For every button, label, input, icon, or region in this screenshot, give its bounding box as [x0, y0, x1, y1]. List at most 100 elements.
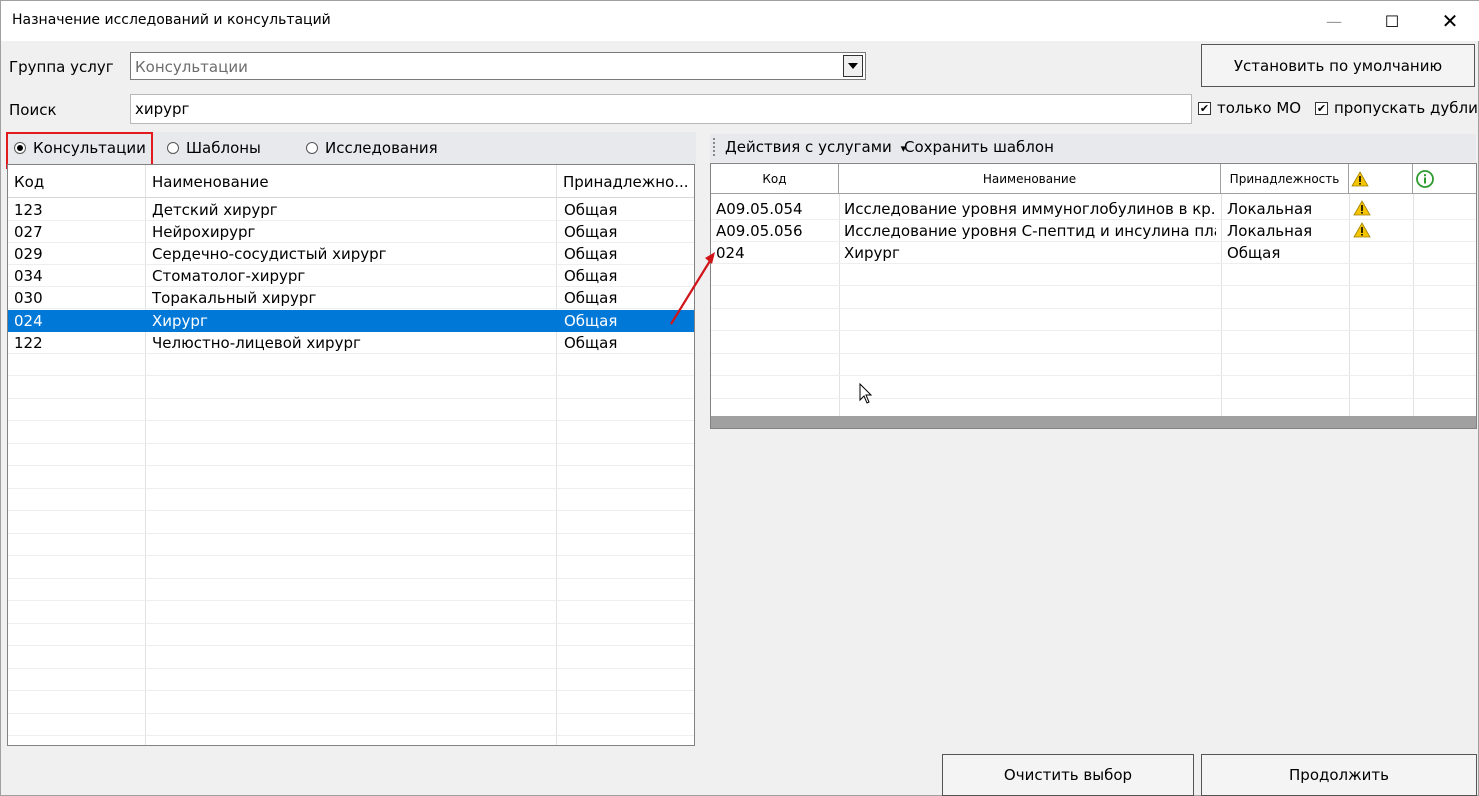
cell-owner: Общая: [564, 223, 618, 241]
empty-row: [711, 309, 1476, 331]
table-row[interactable]: 024 Хирург Общая: [711, 242, 1476, 264]
table-row[interactable]: A09.05.056 Исследование уровня С-пептид …: [711, 220, 1476, 242]
cell-owner: Локальная: [1227, 200, 1313, 218]
warning-icon: [1353, 200, 1371, 216]
mouse-cursor-icon: [859, 383, 873, 404]
services-grid[interactable]: Код Наименование Принадлежно... 123 Детс…: [7, 164, 695, 746]
checkmark-icon: ✔: [1315, 101, 1328, 115]
info-icon: [1416, 170, 1434, 188]
radio-empty-icon: [306, 142, 318, 154]
cell-name: Нейрохирург: [152, 223, 256, 241]
cell-name: Исследование уровня С-пептид и инсулина …: [844, 222, 1216, 240]
empty-row: [8, 534, 694, 556]
radio-templates-label: Шаблоны: [186, 139, 261, 157]
column-name[interactable]: Наименование: [146, 165, 556, 198]
table-row[interactable]: 027 Нейрохирург Общая: [8, 221, 694, 243]
column-owner[interactable]: Принадлежность: [1221, 164, 1349, 194]
search-input-value: хирург: [135, 100, 190, 118]
empty-row: [8, 737, 694, 746]
cell-owner: Общая: [564, 245, 618, 263]
cell-name: Торакальный хирург: [152, 289, 317, 307]
actions-menu-label: Действия с услугами: [725, 138, 892, 156]
empty-row: [8, 669, 694, 691]
close-button[interactable]: ✕: [1421, 1, 1479, 41]
empty-row: [8, 467, 694, 489]
toolbar-grip[interactable]: [713, 138, 715, 156]
minimize-button[interactable]: —: [1305, 1, 1363, 41]
table-row-selected[interactable]: 024 Хирург Общая: [8, 310, 694, 332]
empty-row: [8, 399, 694, 421]
empty-row: [711, 332, 1476, 354]
save-template-button[interactable]: Сохранить шаблон: [904, 138, 1054, 156]
radio-research[interactable]: Исследования: [306, 139, 438, 157]
empty-row: [711, 377, 1476, 399]
cell-code: A09.05.056: [716, 222, 803, 240]
cell-name: Хирург: [844, 244, 900, 262]
column-owner[interactable]: Принадлежно...: [557, 165, 694, 198]
cell-name: Детский хирург: [152, 201, 278, 219]
column-warning[interactable]: [1349, 164, 1413, 194]
cell-code: 122: [14, 334, 43, 352]
column-name[interactable]: Наименование: [839, 164, 1221, 194]
cell-code: 123: [14, 201, 43, 219]
empty-row: [8, 692, 694, 714]
actions-menu-button[interactable]: Действия с услугами ▾: [725, 138, 906, 156]
cell-owner: Общая: [564, 334, 618, 352]
dropdown-arrow-icon[interactable]: [843, 55, 863, 77]
empty-row: [8, 579, 694, 601]
empty-row: [711, 264, 1476, 286]
cell-name: Стоматолог-хирург: [152, 267, 306, 285]
cell-owner: Общая: [564, 201, 618, 219]
column-code[interactable]: Код: [711, 164, 839, 194]
selected-grid-header: Код Наименование Принадлежность: [711, 164, 1476, 194]
table-row[interactable]: A09.05.054 Исследование уровня иммуногло…: [711, 198, 1476, 220]
table-row[interactable]: 122 Челюстно-лицевой хирург Общая: [8, 332, 694, 354]
empty-row: [711, 354, 1476, 376]
empty-row: [8, 489, 694, 511]
radio-empty-icon: [167, 142, 179, 154]
cell-code: 024: [14, 312, 43, 330]
services-grid-header: Код Наименование Принадлежно...: [8, 165, 694, 198]
group-select[interactable]: Консультации: [130, 52, 866, 80]
table-row[interactable]: 030 Торакальный хирург Общая: [8, 287, 694, 309]
clear-selection-button[interactable]: Очистить выбор: [942, 754, 1194, 796]
column-code[interactable]: Код: [8, 165, 145, 198]
table-row[interactable]: 123 Детский хирург Общая: [8, 199, 694, 221]
group-label: Группа услуг: [9, 58, 114, 76]
skip-duplicates-label: пропускать дубли: [1334, 99, 1478, 117]
cell-code: 030: [14, 289, 43, 307]
continue-button[interactable]: Продолжить: [1201, 754, 1477, 796]
empty-row: [8, 557, 694, 579]
empty-row: [8, 422, 694, 444]
cell-owner: Локальная: [1227, 222, 1313, 240]
warning-icon: [1351, 171, 1369, 187]
empty-row: [8, 624, 694, 646]
annotation-arrow: [670, 252, 715, 325]
set-default-button[interactable]: Установить по умолчанию: [1201, 44, 1475, 87]
empty-row: [8, 377, 694, 399]
cell-owner: Общая: [564, 267, 618, 285]
table-row[interactable]: 034 Стоматолог-хирург Общая: [8, 265, 694, 287]
only-mo-checkbox[interactable]: ✔ только МО: [1198, 99, 1301, 117]
radio-research-label: Исследования: [325, 139, 438, 157]
empty-row: [8, 647, 694, 669]
cell-owner: Общая: [1227, 244, 1281, 262]
radio-templates[interactable]: Шаблоны: [167, 139, 261, 157]
cell-name: Хирург: [152, 312, 208, 330]
skip-duplicates-checkbox[interactable]: ✔ пропускать дубли: [1315, 99, 1478, 117]
maximize-button[interactable]: ☐: [1363, 1, 1421, 41]
empty-row: [8, 444, 694, 466]
cell-name: Исследование уровня иммуноглобулинов в к…: [844, 200, 1216, 218]
cell-code: 029: [14, 245, 43, 263]
cell-owner: Общая: [564, 289, 618, 307]
search-label: Поиск: [9, 101, 57, 119]
column-info[interactable]: [1413, 164, 1476, 194]
selected-services-grid[interactable]: Код Наименование Принадлежность A09.05.0…: [710, 163, 1477, 429]
window-title: Назначение исследований и консультаций: [12, 12, 331, 28]
checkmark-icon: ✔: [1198, 101, 1211, 115]
search-input[interactable]: хирург: [130, 94, 1192, 124]
group-select-value: Консультации: [135, 58, 248, 76]
warning-icon: [1353, 222, 1371, 238]
cell-code: A09.05.054: [716, 200, 803, 218]
table-row[interactable]: 029 Сердечно-сосудистый хирург Общая: [8, 243, 694, 265]
